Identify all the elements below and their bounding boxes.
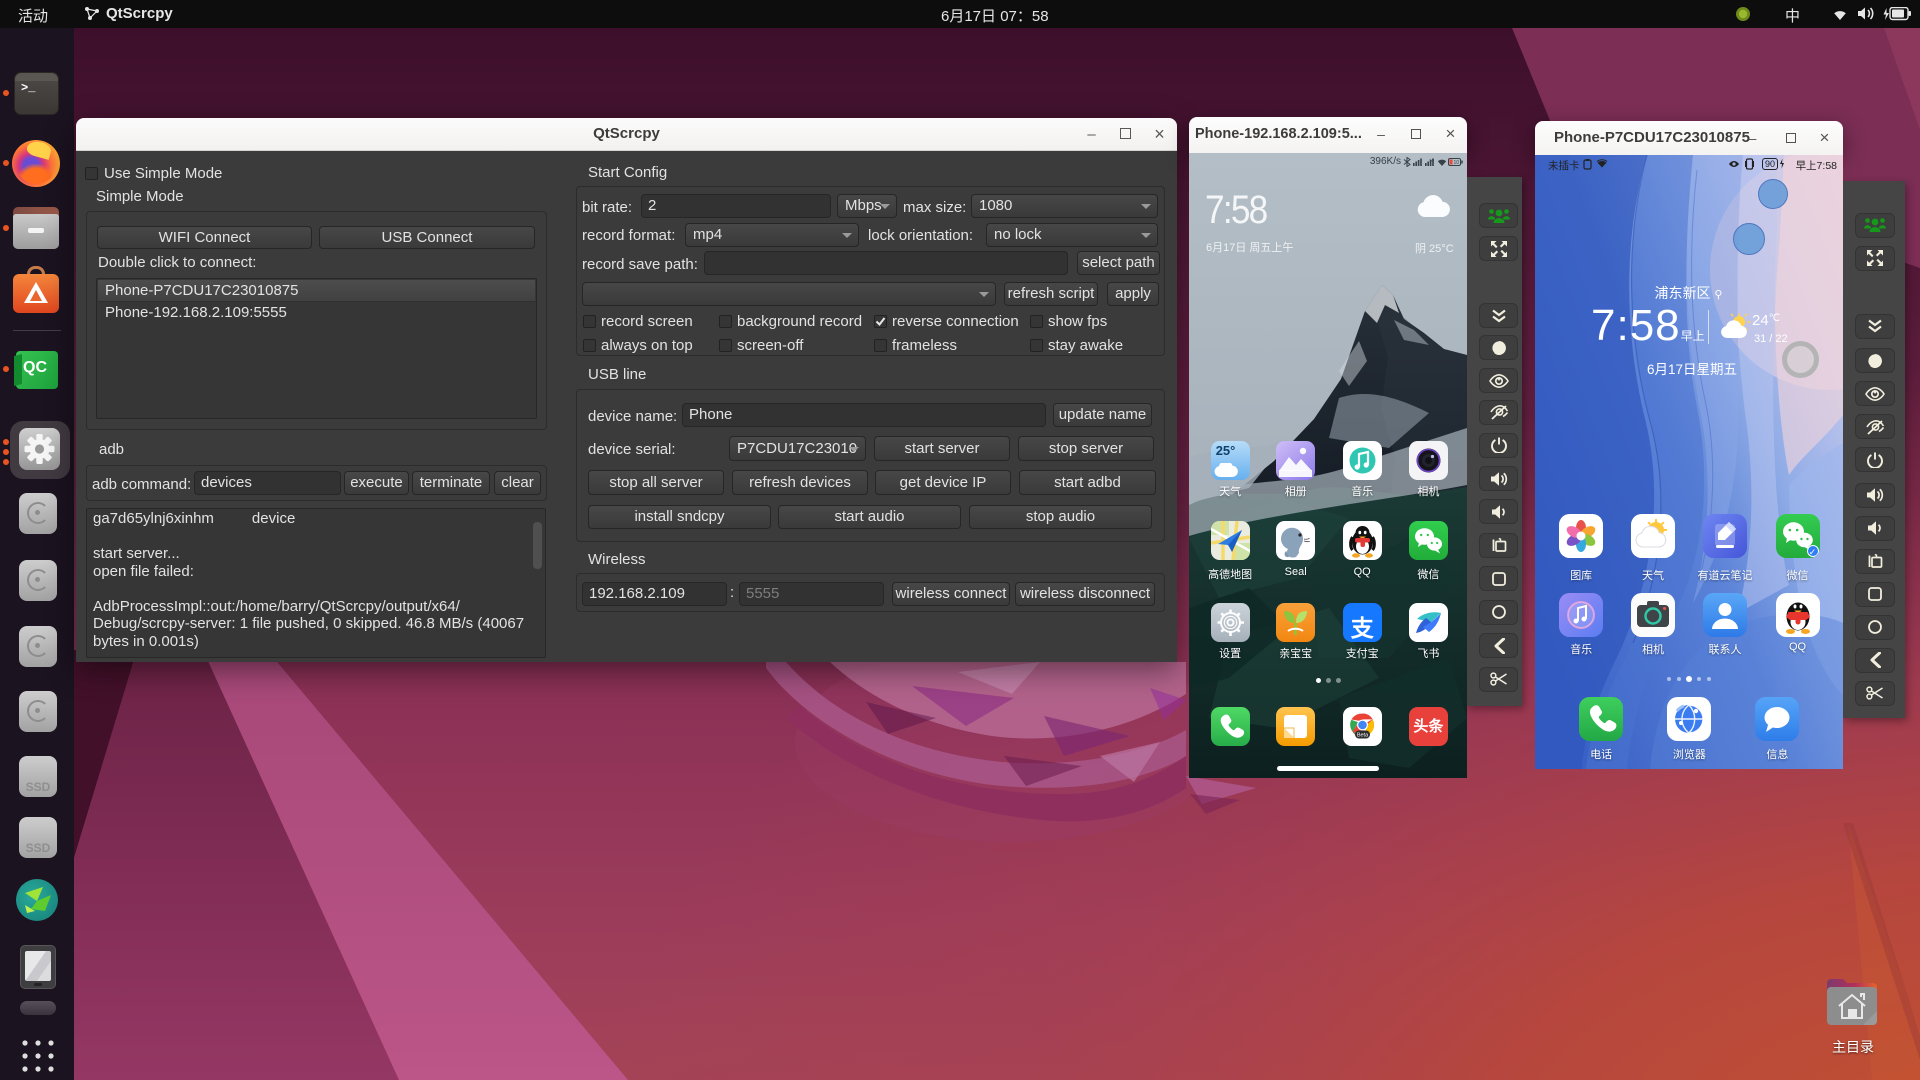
svg-text:Beta: Beta — [1357, 733, 1369, 739]
svg-text:10: 10 — [1429, 158, 1435, 163]
svg-text:10: 10 — [1454, 160, 1460, 166]
